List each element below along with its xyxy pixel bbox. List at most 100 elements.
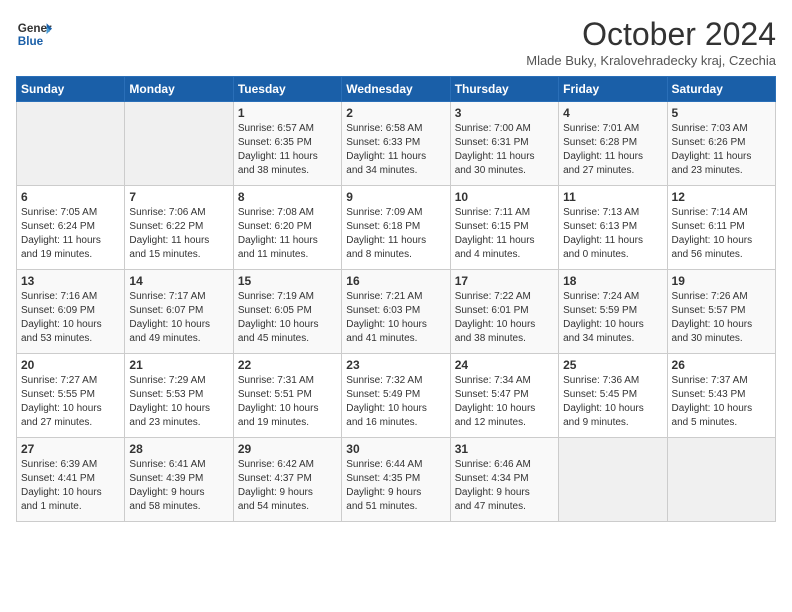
day-info: Sunrise: 7:11 AM Sunset: 6:15 PM Dayligh… [455,206,554,262]
day-number: 15 [238,274,337,288]
calendar-cell: 31 Sunrise: 6:46 AM Sunset: 4:34 PM Dayli… [450,438,558,522]
calendar-cell: 25 Sunrise: 7:36 AM Sunset: 5:45 PM Dayli… [559,354,667,438]
calendar-cell: 6 Sunrise: 7:05 AM Sunset: 6:24 PM Daylig… [17,186,125,270]
day-number: 19 [672,274,771,288]
day-info: Sunrise: 7:32 AM Sunset: 5:49 PM Dayligh… [346,374,445,430]
day-info: Sunrise: 6:44 AM Sunset: 4:35 PM Dayligh… [346,458,445,514]
day-info: Sunrise: 7:08 AM Sunset: 6:20 PM Dayligh… [238,206,337,262]
day-info: Sunrise: 7:31 AM Sunset: 5:51 PM Dayligh… [238,374,337,430]
calendar-cell: 29Sunrise: 6:42 AM Sunset: 4:37 PM Dayli… [233,438,341,522]
day-number: 21 [129,358,228,372]
day-number: 11 [563,190,662,204]
weekday-header-monday: Monday [125,77,233,102]
day-number: 17 [455,274,554,288]
calendar-cell: 15 Sunrise: 7:19 AM Sunset: 6:05 PM Dayli… [233,270,341,354]
logo-icon: General Blue [16,16,52,52]
calendar-cell: 8 Sunrise: 7:08 AM Sunset: 6:20 PM Daylig… [233,186,341,270]
calendar-cell: 30 Sunrise: 6:44 AM Sunset: 4:35 PM Dayli… [342,438,450,522]
day-number: 2 [346,106,445,120]
title-block: October 2024 Mlade Buky, Kralovehradecky… [526,16,776,68]
calendar-table: SundayMondayTuesdayWednesdayThursdayFrid… [16,76,776,522]
day-number: 12 [672,190,771,204]
calendar-cell: 1 Sunrise: 6:57 AM Sunset: 6:35 PM Daylig… [233,102,341,186]
day-number: 22 [238,358,337,372]
day-number: 31 [455,442,554,456]
day-number: 8 [238,190,337,204]
day-info: Sunrise: 7:26 AM Sunset: 5:57 PM Dayligh… [672,290,771,346]
day-number: 29 [238,442,337,456]
day-info: Sunrise: 7:00 AM Sunset: 6:31 PM Dayligh… [455,122,554,178]
day-number: 6 [21,190,120,204]
day-info: Sunrise: 7:03 AM Sunset: 6:26 PM Dayligh… [672,122,771,178]
day-number: 30 [346,442,445,456]
day-number: 5 [672,106,771,120]
weekday-header-tuesday: Tuesday [233,77,341,102]
calendar-cell: 13Sunrise: 7:16 AM Sunset: 6:09 PM Dayli… [17,270,125,354]
weekday-header-saturday: Saturday [667,77,775,102]
calendar-cell: 9Sunrise: 7:09 AM Sunset: 6:18 PM Daylig… [342,186,450,270]
day-info: Sunrise: 7:06 AM Sunset: 6:22 PM Dayligh… [129,206,228,262]
calendar-cell [17,102,125,186]
calendar-cell: 11 Sunrise: 7:13 AM Sunset: 6:13 PM Dayli… [559,186,667,270]
calendar-cell [125,102,233,186]
weekday-header-friday: Friday [559,77,667,102]
day-number: 26 [672,358,771,372]
day-number: 9 [346,190,445,204]
day-number: 1 [238,106,337,120]
day-number: 10 [455,190,554,204]
calendar-week-1: 1 Sunrise: 6:57 AM Sunset: 6:35 PM Daylig… [17,102,776,186]
day-info: Sunrise: 7:36 AM Sunset: 5:45 PM Dayligh… [563,374,662,430]
calendar-cell: 21 Sunrise: 7:29 AM Sunset: 5:53 PM Dayli… [125,354,233,438]
day-info: Sunrise: 6:39 AM Sunset: 4:41 PM Dayligh… [21,458,120,514]
calendar-week-4: 20 Sunrise: 7:27 AM Sunset: 5:55 PM Dayli… [17,354,776,438]
calendar-cell: 18Sunrise: 7:24 AM Sunset: 5:59 PM Dayli… [559,270,667,354]
day-info: Sunrise: 7:37 AM Sunset: 5:43 PM Dayligh… [672,374,771,430]
day-info: Sunrise: 6:58 AM Sunset: 6:33 PM Dayligh… [346,122,445,178]
calendar-cell: 16Sunrise: 7:21 AM Sunset: 6:03 PM Dayli… [342,270,450,354]
calendar-cell: 12 Sunrise: 7:14 AM Sunset: 6:11 PM Dayli… [667,186,775,270]
day-info: Sunrise: 7:13 AM Sunset: 6:13 PM Dayligh… [563,206,662,262]
day-info: Sunrise: 7:34 AM Sunset: 5:47 PM Dayligh… [455,374,554,430]
day-number: 23 [346,358,445,372]
day-number: 3 [455,106,554,120]
day-info: Sunrise: 7:21 AM Sunset: 6:03 PM Dayligh… [346,290,445,346]
day-info: Sunrise: 7:19 AM Sunset: 6:05 PM Dayligh… [238,290,337,346]
day-info: Sunrise: 7:24 AM Sunset: 5:59 PM Dayligh… [563,290,662,346]
day-info: Sunrise: 7:14 AM Sunset: 6:11 PM Dayligh… [672,206,771,262]
calendar-cell: 14Sunrise: 7:17 AM Sunset: 6:07 PM Dayli… [125,270,233,354]
day-info: Sunrise: 6:57 AM Sunset: 6:35 PM Dayligh… [238,122,337,178]
calendar-cell: 24 Sunrise: 7:34 AM Sunset: 5:47 PM Dayli… [450,354,558,438]
page-header: General Blue October 2024 Mlade Buky, Kr… [16,16,776,68]
day-number: 24 [455,358,554,372]
weekday-header-sunday: Sunday [17,77,125,102]
calendar-week-2: 6 Sunrise: 7:05 AM Sunset: 6:24 PM Daylig… [17,186,776,270]
calendar-cell: 2 Sunrise: 6:58 AM Sunset: 6:33 PM Daylig… [342,102,450,186]
day-info: Sunrise: 7:22 AM Sunset: 6:01 PM Dayligh… [455,290,554,346]
month-title: October 2024 [526,16,776,53]
day-info: Sunrise: 6:46 AM Sunset: 4:34 PM Dayligh… [455,458,554,514]
calendar-body: 1 Sunrise: 6:57 AM Sunset: 6:35 PM Daylig… [17,102,776,522]
calendar-cell: 3 Sunrise: 7:00 AM Sunset: 6:31 PM Daylig… [450,102,558,186]
day-number: 25 [563,358,662,372]
calendar-cell: 10 Sunrise: 7:11 AM Sunset: 6:15 PM Dayli… [450,186,558,270]
weekday-header-thursday: Thursday [450,77,558,102]
day-info: Sunrise: 7:05 AM Sunset: 6:24 PM Dayligh… [21,206,120,262]
day-info: Sunrise: 7:27 AM Sunset: 5:55 PM Dayligh… [21,374,120,430]
calendar-cell: 26 Sunrise: 7:37 AM Sunset: 5:43 PM Dayli… [667,354,775,438]
location: Mlade Buky, Kralovehradecky kraj, Czechi… [526,53,776,68]
calendar-header-row: SundayMondayTuesdayWednesdayThursdayFrid… [17,77,776,102]
calendar-cell: 20 Sunrise: 7:27 AM Sunset: 5:55 PM Dayli… [17,354,125,438]
calendar-cell [559,438,667,522]
calendar-cell: 22 Sunrise: 7:31 AM Sunset: 5:51 PM Dayli… [233,354,341,438]
calendar-cell: 27Sunrise: 6:39 AM Sunset: 4:41 PM Dayli… [17,438,125,522]
day-info: Sunrise: 7:17 AM Sunset: 6:07 PM Dayligh… [129,290,228,346]
calendar-cell: 19 Sunrise: 7:26 AM Sunset: 5:57 PM Dayli… [667,270,775,354]
day-number: 13 [21,274,120,288]
day-info: Sunrise: 7:29 AM Sunset: 5:53 PM Dayligh… [129,374,228,430]
calendar-week-5: 27Sunrise: 6:39 AM Sunset: 4:41 PM Dayli… [17,438,776,522]
calendar-cell: 5 Sunrise: 7:03 AM Sunset: 6:26 PM Daylig… [667,102,775,186]
calendar-cell: 23 Sunrise: 7:32 AM Sunset: 5:49 PM Dayli… [342,354,450,438]
day-number: 20 [21,358,120,372]
day-number: 7 [129,190,228,204]
calendar-week-3: 13Sunrise: 7:16 AM Sunset: 6:09 PM Dayli… [17,270,776,354]
